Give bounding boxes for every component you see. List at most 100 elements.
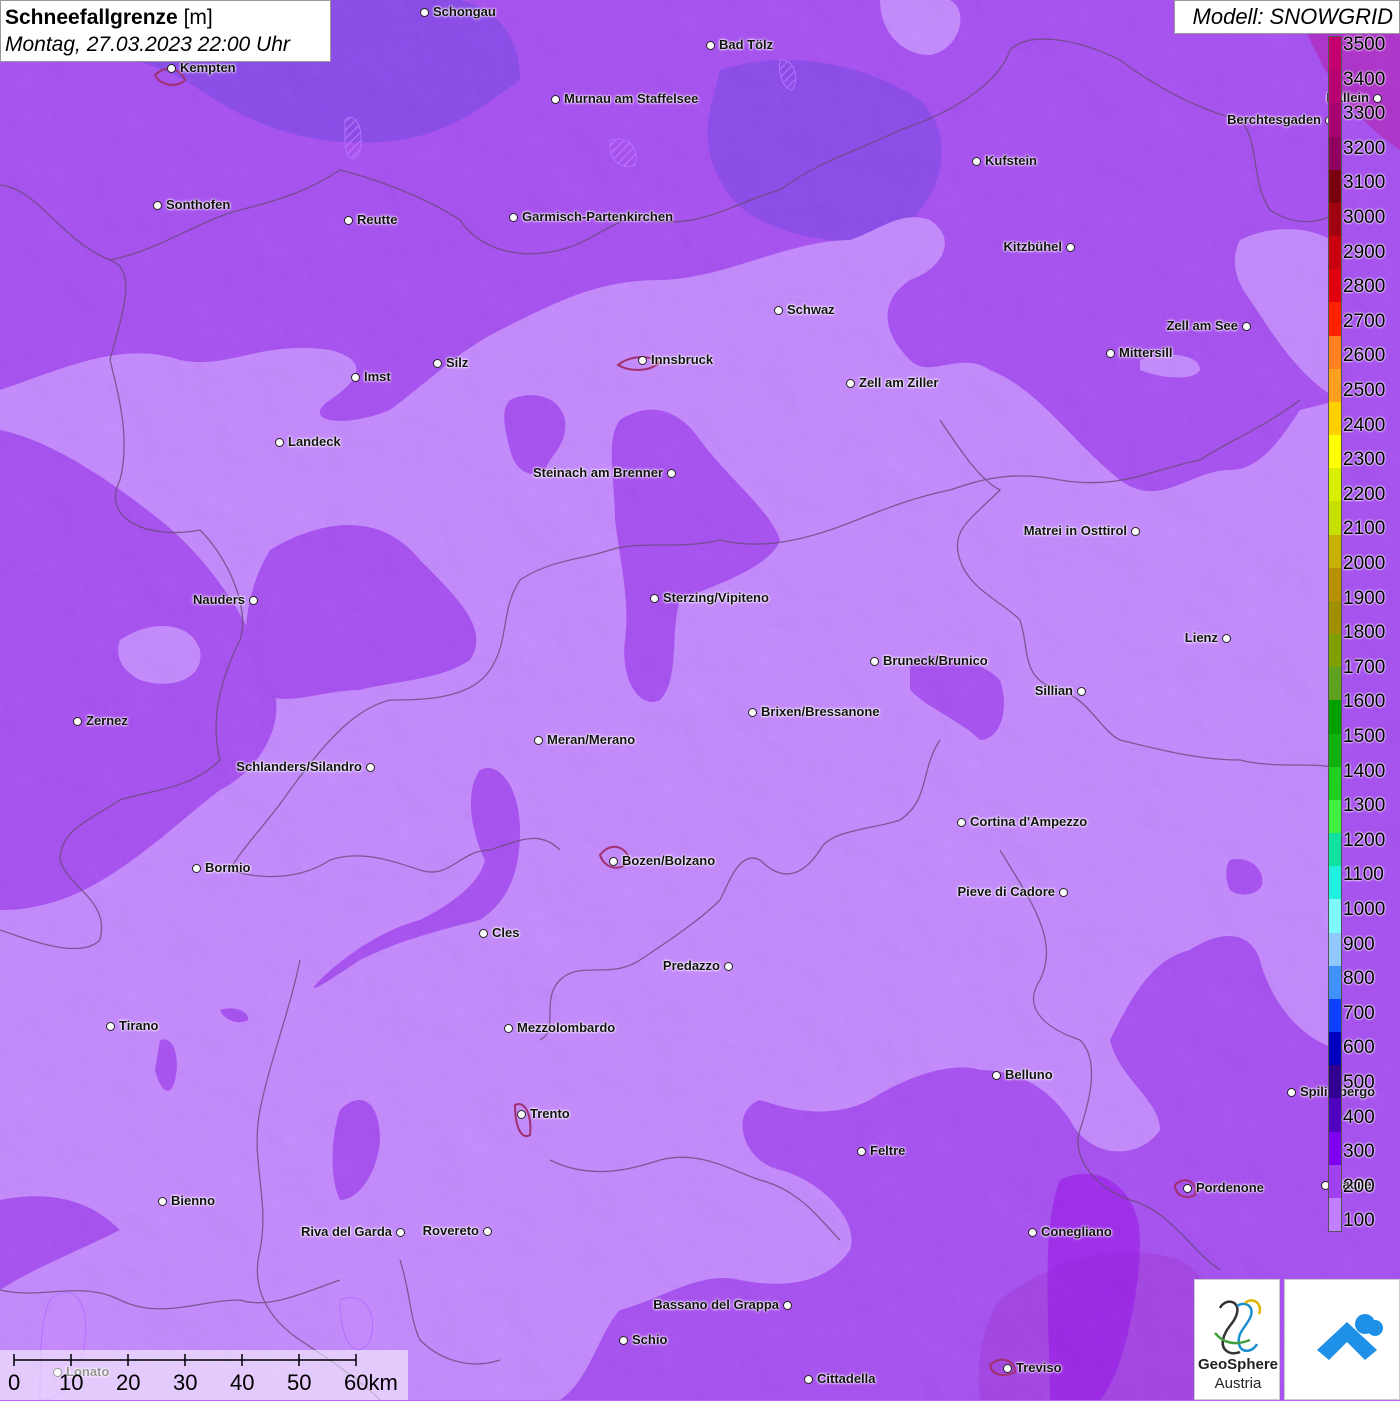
legend-swatch	[1329, 236, 1341, 270]
city-marker[interactable]	[344, 216, 353, 225]
city-marker[interactable]	[846, 379, 855, 388]
city-marker[interactable]	[1066, 243, 1075, 252]
geosphere-logo[interactable]: GeoSphere Austria	[1194, 1279, 1280, 1400]
legend-label: 1900	[1343, 587, 1386, 609]
city-marker[interactable]	[249, 596, 258, 605]
city-marker[interactable]	[1242, 322, 1251, 331]
city-marker[interactable]	[479, 929, 488, 938]
city-marker[interactable]	[774, 306, 783, 315]
scale-label: 30	[173, 1370, 198, 1395]
city-label: Bienno	[171, 1193, 216, 1208]
legend-label: 300	[1343, 1141, 1375, 1163]
city-marker[interactable]	[517, 1110, 526, 1119]
city-label: Cittadella	[817, 1371, 876, 1386]
map-title: Schneefallgrenze [m]	[5, 4, 326, 31]
city-marker[interactable]	[804, 1375, 813, 1384]
legend-label: 2400	[1343, 414, 1386, 436]
city-label: Kempten	[180, 60, 236, 75]
city-label: Sillian	[1034, 683, 1073, 698]
city-marker[interactable]	[1287, 1088, 1296, 1097]
city-label: Pieve di Cadore	[957, 884, 1055, 899]
legend-swatch	[1329, 534, 1341, 569]
city-marker[interactable]	[972, 157, 981, 166]
city-marker[interactable]	[106, 1022, 115, 1031]
city-label: Bad Tölz	[719, 37, 774, 52]
city-label: Sterzing/Vipiteno	[663, 590, 769, 605]
city-label: Bassano del Grappa	[653, 1297, 779, 1312]
city-marker[interactable]	[351, 373, 360, 382]
city-marker[interactable]	[504, 1024, 513, 1033]
city-marker[interactable]	[73, 717, 82, 726]
city-marker[interactable]	[638, 356, 647, 365]
legend-label: 2100	[1343, 518, 1386, 540]
city-label: Murnau am Staffelsee	[564, 91, 699, 106]
city-marker[interactable]	[551, 95, 560, 104]
city-marker[interactable]	[1106, 349, 1115, 358]
city-marker[interactable]	[1077, 687, 1086, 696]
city-marker[interactable]	[167, 64, 176, 73]
legend-label: 1500	[1343, 726, 1386, 747]
city-marker[interactable]	[153, 201, 162, 210]
legend-label: 100	[1343, 1210, 1375, 1232]
city-marker[interactable]	[1059, 888, 1068, 897]
city-marker[interactable]	[619, 1336, 628, 1345]
legend-label: 1400	[1343, 760, 1386, 782]
legend-label: 2900	[1343, 241, 1386, 263]
legend-swatch	[1329, 435, 1341, 469]
city-marker[interactable]	[275, 438, 284, 447]
city-marker[interactable]	[857, 1147, 866, 1156]
legend-swatch	[1329, 103, 1341, 137]
city-label: Innsbruck	[651, 352, 714, 367]
legend-label: 2700	[1343, 310, 1386, 332]
city-marker[interactable]	[609, 857, 618, 866]
city-label: Schio	[632, 1332, 668, 1347]
city-marker[interactable]	[706, 41, 715, 50]
legend-label: 500	[1343, 1072, 1375, 1093]
city-marker[interactable]	[1183, 1184, 1192, 1193]
city-marker[interactable]	[433, 359, 442, 368]
city-marker[interactable]	[667, 469, 676, 478]
city-label: Treviso	[1016, 1360, 1062, 1375]
legend-swatch	[1329, 468, 1341, 502]
city-marker[interactable]	[396, 1228, 405, 1237]
city-marker[interactable]	[158, 1197, 167, 1206]
city-label: Pordenone	[1196, 1180, 1264, 1195]
city-marker[interactable]	[366, 763, 375, 772]
city-marker[interactable]	[870, 657, 879, 666]
city-label: Tirano	[119, 1018, 159, 1033]
legend-label: 1300	[1343, 795, 1386, 817]
model-label: Modell: SNOWGRID	[1174, 0, 1400, 34]
city-marker[interactable]	[783, 1301, 792, 1310]
legend-swatch	[1329, 1131, 1341, 1166]
legend-label: 2500	[1343, 380, 1386, 401]
city-marker[interactable]	[1222, 634, 1231, 643]
legend-swatch	[1329, 634, 1341, 668]
legend-label: 2000	[1343, 553, 1386, 574]
city-label: Reutte	[357, 212, 398, 227]
city-label: Cles	[492, 925, 520, 940]
city-marker[interactable]	[1131, 527, 1140, 536]
legend-label: 800	[1343, 968, 1375, 990]
legend-swatch	[1329, 766, 1341, 801]
city-label: Zell am See	[1166, 318, 1238, 333]
city-marker[interactable]	[534, 736, 543, 745]
city-marker[interactable]	[192, 864, 201, 873]
city-marker[interactable]	[650, 594, 659, 603]
city-marker[interactable]	[1028, 1228, 1037, 1237]
city-marker[interactable]	[748, 708, 757, 717]
city-label: Rovereto	[422, 1223, 479, 1238]
weather-app-logo[interactable]	[1284, 1279, 1400, 1400]
city-marker[interactable]	[483, 1227, 492, 1236]
legend-swatch	[1329, 998, 1341, 1033]
legend-label: 1200	[1343, 829, 1386, 851]
city-marker[interactable]	[420, 8, 429, 17]
city-marker[interactable]	[957, 818, 966, 827]
legend-swatch	[1329, 567, 1341, 602]
legend-swatch	[1329, 368, 1341, 403]
city-marker[interactable]	[1003, 1364, 1012, 1373]
legend-label: 1600	[1343, 691, 1386, 713]
city-marker[interactable]	[992, 1071, 1001, 1080]
city-marker[interactable]	[724, 962, 733, 971]
city-marker[interactable]	[509, 213, 518, 222]
scale-label: 20	[116, 1370, 141, 1395]
